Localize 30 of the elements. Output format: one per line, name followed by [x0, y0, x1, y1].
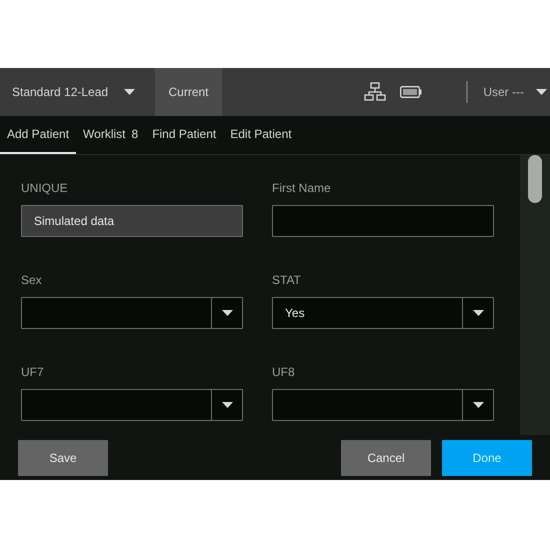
- protocol-dropdown[interactable]: Standard 12-Lead: [0, 68, 155, 116]
- network-icon[interactable]: [364, 82, 386, 102]
- battery-icon: [400, 86, 422, 98]
- field-value: Yes: [285, 305, 305, 322]
- tab[interactable]: Find Patient: [145, 116, 224, 154]
- action-button[interactable]: Save: [18, 440, 108, 476]
- text-field[interactable]: [272, 205, 494, 237]
- user-dropdown[interactable]: User ---: [483, 68, 550, 116]
- caret-icon: [222, 402, 232, 408]
- tab[interactable]: Worklist 8: [76, 116, 146, 154]
- caret-icon: [536, 89, 547, 95]
- field-label: UF7: [21, 364, 45, 381]
- caret-icon: [222, 310, 232, 316]
- field-label: First Name: [272, 180, 332, 197]
- tab[interactable]: Edit Patient: [223, 116, 299, 154]
- caret-icon: [472, 310, 484, 316]
- dropdown-field[interactable]: Yes: [272, 297, 494, 329]
- mode-button[interactable]: Current: [155, 68, 222, 116]
- field-value: Simulated data: [34, 213, 114, 230]
- caret-icon: [472, 402, 484, 408]
- scrollbar-thumb[interactable]: [528, 155, 542, 203]
- caret-icon: [124, 89, 136, 95]
- dropdown-field[interactable]: [21, 297, 243, 329]
- action-button[interactable]: Cancel: [341, 440, 431, 476]
- field-label: UF8: [272, 364, 296, 381]
- field-label: Sex: [21, 272, 43, 289]
- field-label: UNIQUE: [21, 180, 69, 197]
- field-label: STAT: [272, 272, 302, 289]
- dropdown-field[interactable]: [272, 389, 494, 421]
- dropdown-field[interactable]: [21, 389, 243, 421]
